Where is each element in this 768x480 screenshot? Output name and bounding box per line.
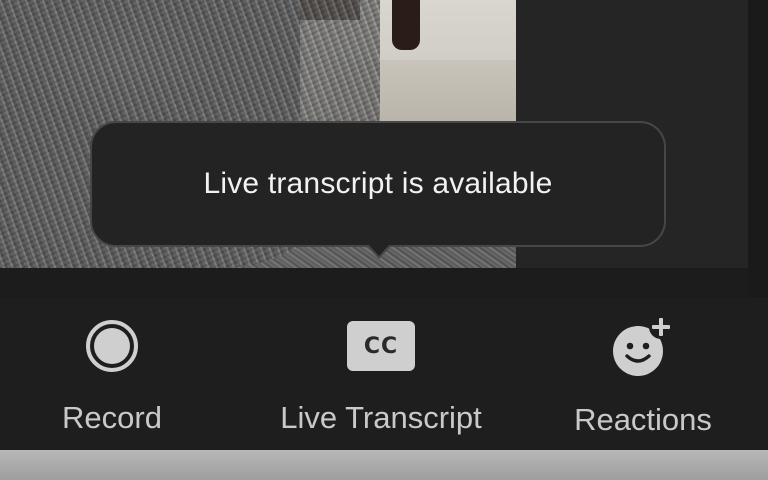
live-transcript-tooltip: Live transcript is available (90, 121, 666, 247)
record-dot (94, 328, 130, 364)
record-button[interactable]: Record (42, 316, 182, 436)
reactions-button[interactable]: Reactions (552, 315, 734, 437)
window-edge (748, 0, 768, 298)
record-label: Record (62, 400, 162, 435)
record-icon (86, 320, 138, 372)
meeting-window: Live transcript is available Record CC L… (0, 0, 768, 480)
tooltip-arrow (368, 244, 390, 256)
meeting-toolbar: Record CC Live Transcript Reactions (0, 298, 768, 450)
reaction-add-icon (613, 315, 673, 376)
live-transcript-button[interactable]: CC Live Transcript (250, 316, 512, 436)
tooltip-text: Live transcript is available (203, 167, 553, 200)
reaction-icon-wrap (611, 315, 675, 378)
record-icon-wrap (86, 316, 138, 376)
reactions-label: Reactions (574, 402, 712, 437)
video-background-chair-leg (392, 0, 420, 50)
cc-icon: CC (347, 321, 415, 371)
cc-icon-wrap: CC (347, 316, 415, 376)
live-transcript-label: Live Transcript (280, 400, 482, 435)
window-bottom-edge (0, 450, 768, 480)
